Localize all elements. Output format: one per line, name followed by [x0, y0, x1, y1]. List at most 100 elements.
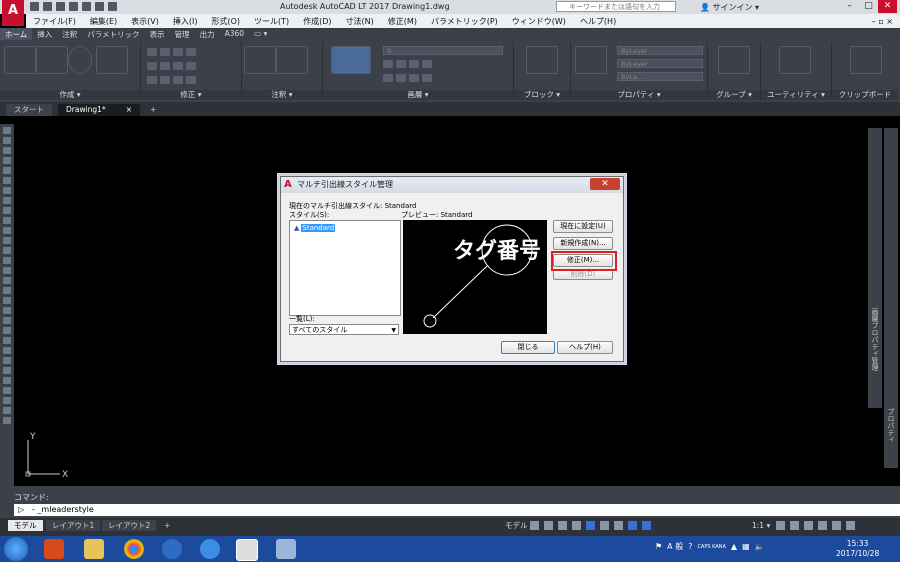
tab-insert[interactable]: 挿入	[32, 28, 57, 40]
tool-icon[interactable]	[3, 357, 11, 364]
tool-icon[interactable]	[3, 337, 11, 344]
autoscale-icon[interactable]	[642, 521, 651, 530]
saveas-icon[interactable]	[69, 2, 78, 11]
tool-icon[interactable]	[3, 187, 11, 194]
circle-icon[interactable]	[68, 46, 92, 74]
otrack-icon[interactable]	[600, 521, 609, 530]
offset-icon[interactable]	[186, 76, 196, 84]
linetype-dropdown[interactable]: ByLayer	[617, 59, 703, 68]
search-input[interactable]: キーワードまたは語句を入力	[556, 1, 676, 12]
chevron-up-icon[interactable]: ▲	[731, 542, 737, 551]
tool-icon[interactable]	[3, 207, 11, 214]
plus-icon[interactable]	[790, 521, 799, 530]
paste-icon[interactable]	[850, 46, 882, 74]
tool-icon[interactable]	[3, 257, 11, 264]
ime-indicator[interactable]: A 般	[667, 541, 683, 552]
layer-thaw-icon[interactable]	[422, 74, 432, 82]
volume-icon[interactable]: 🔈	[755, 542, 765, 551]
help-icon[interactable]: ?	[688, 542, 692, 551]
list-item[interactable]: ▲ Standard	[294, 224, 336, 232]
dialog-close-button[interactable]: ✕	[590, 178, 620, 190]
tool-icon[interactable]	[3, 267, 11, 274]
file-explorer-icon[interactable]	[84, 539, 104, 559]
fillet-icon[interactable]	[173, 62, 183, 70]
help-button[interactable]: ヘルプ(H)	[557, 341, 613, 354]
layer-properties-icon[interactable]	[331, 46, 371, 74]
menu-file[interactable]: ファイル(F)	[26, 16, 83, 27]
tool-icon[interactable]	[3, 297, 11, 304]
arc-icon[interactable]	[96, 46, 128, 74]
tool-icon[interactable]	[3, 347, 11, 354]
group-icon[interactable]	[718, 46, 750, 74]
tab-drawing1[interactable]: Drawing1* ×	[58, 104, 141, 116]
layer-properties-palette[interactable]: 画層プロパティ管理	[868, 128, 882, 408]
annotation-visibility-icon[interactable]	[628, 521, 637, 530]
menu-edit[interactable]: 編集(E)	[83, 16, 124, 27]
set-current-button[interactable]: 現在に設定(U)	[553, 220, 613, 233]
tool-icon[interactable]	[3, 407, 11, 414]
annotation-scale[interactable]: 1:1 ▾	[752, 521, 770, 530]
tab-a360[interactable]: A360	[220, 28, 249, 40]
menu-parametric[interactable]: パラメトリック(P)	[424, 16, 505, 27]
layer-previous-icon[interactable]	[396, 74, 406, 82]
panel-properties-title[interactable]: プロパティ ▾	[571, 90, 707, 100]
layer-isolate-icon[interactable]	[396, 60, 406, 68]
list-filter-select[interactable]: すべてのスタイル ▼	[289, 324, 399, 335]
tool-icon[interactable]	[3, 177, 11, 184]
tab-annotate[interactable]: 注釈	[57, 28, 82, 40]
trim-icon[interactable]	[173, 48, 183, 56]
erase-icon[interactable]	[186, 48, 196, 56]
layer-freeze-icon[interactable]	[409, 60, 419, 68]
lineweight-icon[interactable]	[614, 521, 623, 530]
color-dropdown[interactable]: ByLayer	[617, 46, 703, 55]
ortho-icon[interactable]	[558, 521, 567, 530]
internet-explorer-icon[interactable]	[200, 539, 220, 559]
layer-match-icon[interactable]	[383, 74, 393, 82]
model-space-button[interactable]: モデル	[505, 520, 528, 531]
insert-block-icon[interactable]	[526, 46, 558, 74]
save-icon[interactable]	[56, 2, 65, 11]
tool-icon[interactable]	[3, 317, 11, 324]
panel-layers-title[interactable]: 画層 ▾	[323, 90, 513, 100]
polar-icon[interactable]	[572, 521, 581, 530]
tab-output[interactable]: 出力	[195, 28, 220, 40]
tab-parametric[interactable]: パラメトリック	[82, 28, 144, 40]
copy-icon[interactable]	[147, 62, 157, 70]
customize-icon[interactable]	[846, 521, 855, 530]
media-player-icon[interactable]	[44, 539, 64, 559]
gear-icon[interactable]	[776, 521, 785, 530]
command-input[interactable]: ▷ - _mleaderstyle	[14, 504, 900, 516]
tool-icon[interactable]	[3, 247, 11, 254]
menu-dimension[interactable]: 寸法(N)	[339, 16, 381, 27]
tab-layout2[interactable]: レイアウト2	[102, 520, 157, 531]
tool-icon[interactable]	[3, 227, 11, 234]
properties-palette[interactable]: プロパティ	[884, 128, 898, 468]
tool-icon[interactable]	[3, 237, 11, 244]
tool-icon[interactable]	[3, 277, 11, 284]
clock[interactable]: 15:33 2017/10/28	[836, 539, 879, 559]
tool-icon[interactable]	[3, 397, 11, 404]
tool-icon[interactable]	[3, 147, 11, 154]
rotate-icon[interactable]	[160, 48, 170, 56]
isolate-icon[interactable]	[804, 521, 813, 530]
tool-icon[interactable]	[3, 307, 11, 314]
minimize-button[interactable]: –	[840, 0, 859, 13]
layer-lock-icon[interactable]	[422, 60, 432, 68]
stretch-icon[interactable]	[147, 76, 157, 84]
undo-icon[interactable]	[95, 2, 104, 11]
menu-modify[interactable]: 修正(M)	[381, 16, 424, 27]
tool-icon[interactable]	[3, 167, 11, 174]
panel-annotation-title[interactable]: 注釈 ▾	[242, 90, 322, 100]
scale-icon[interactable]	[160, 76, 170, 84]
start-button[interactable]	[4, 537, 28, 561]
tab-view[interactable]: 表示	[145, 28, 170, 40]
tab-start[interactable]: スタート	[6, 104, 52, 116]
panel-draw-title[interactable]: 作成 ▾	[0, 90, 140, 100]
tab-layout1[interactable]: レイアウト1	[46, 520, 101, 531]
match-properties-icon[interactable]	[575, 46, 607, 74]
tab-extra[interactable]: ▭ ▾	[249, 28, 272, 40]
menu-view[interactable]: 表示(V)	[124, 16, 166, 27]
grid-icon[interactable]	[530, 521, 539, 530]
menu-insert[interactable]: 挿入(I)	[166, 16, 205, 27]
tool-icon[interactable]	[3, 387, 11, 394]
